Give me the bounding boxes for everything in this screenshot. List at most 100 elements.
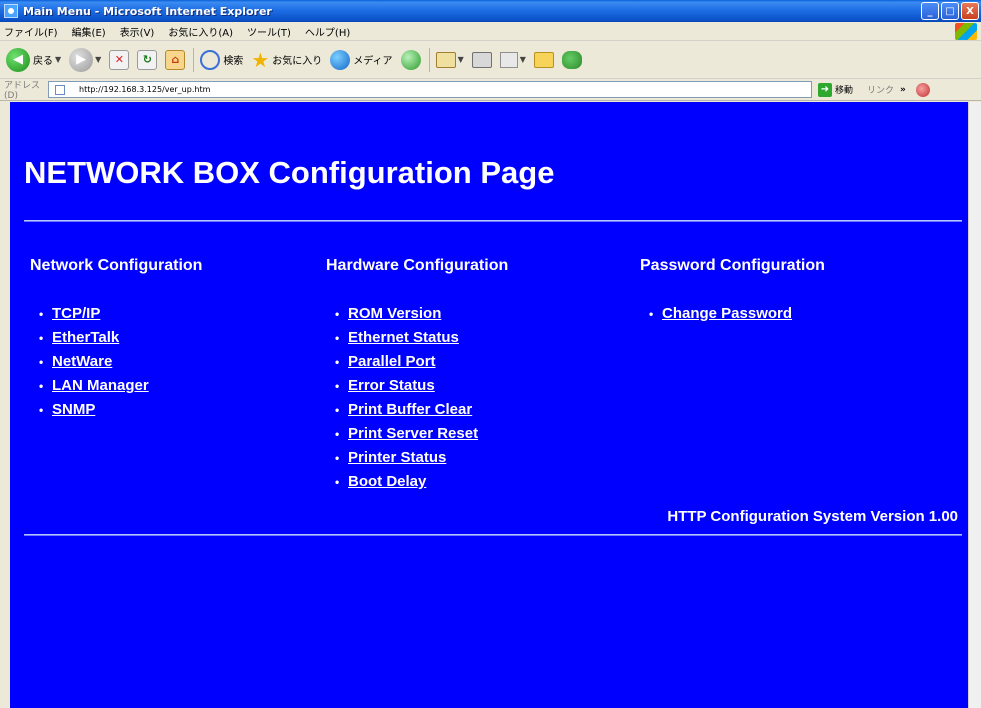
link-lan-manager[interactable]: LAN Manager xyxy=(52,377,149,394)
toolbar-extension-icon[interactable] xyxy=(915,82,930,97)
window-frame-left xyxy=(0,102,10,708)
chevron-down-icon[interactable]: ▼ xyxy=(95,55,101,64)
link-tcpip[interactable]: TCP/IP xyxy=(52,305,100,322)
more-links-button[interactable]: » xyxy=(900,85,906,95)
link-ethertalk[interactable]: EtherTalk xyxy=(52,329,119,346)
chevron-down-icon[interactable]: ▼ xyxy=(458,55,464,64)
go-button[interactable]: ➜ 移動 xyxy=(818,82,853,97)
menu-tools[interactable]: ツール(T) xyxy=(247,24,291,39)
address-url: http://192.168.3.125/ver_up.htm xyxy=(79,85,211,94)
search-button[interactable]: 検索 xyxy=(200,49,244,70)
forward-arrow-icon: ▶ xyxy=(69,47,94,72)
go-arrow-icon: ➜ xyxy=(818,82,832,97)
toolbar-separator xyxy=(193,47,195,72)
list-item: • TCP/IP xyxy=(30,302,202,326)
menu-help[interactable]: ヘルプ(H) xyxy=(305,24,350,39)
print-button[interactable] xyxy=(471,51,492,68)
stop-button[interactable]: ✕ xyxy=(109,49,130,70)
home-icon: ⌂ xyxy=(165,49,186,70)
list-item: • Print Server Reset xyxy=(326,422,508,446)
vertical-scrollbar[interactable] xyxy=(968,102,981,708)
menu-edit[interactable]: 編集(E) xyxy=(72,24,106,39)
history-button[interactable] xyxy=(400,49,421,70)
section-heading: Network Configuration xyxy=(30,257,203,274)
list-item: • Parallel Port xyxy=(326,350,508,374)
mail-button[interactable]: ▼ xyxy=(435,51,464,68)
close-button[interactable]: X xyxy=(961,2,979,20)
address-input[interactable]: http://192.168.3.125/ver_up.htm xyxy=(48,81,812,98)
chevron-down-icon[interactable]: ▼ xyxy=(520,55,526,64)
link-parallel-port[interactable]: Parallel Port xyxy=(348,353,436,370)
media-button[interactable]: メディア xyxy=(330,49,393,70)
edit-icon xyxy=(499,51,518,68)
star-icon: ★ xyxy=(251,47,270,72)
search-label: 検索 xyxy=(223,56,244,67)
mail-icon xyxy=(435,51,456,68)
link-ethernet-status[interactable]: Ethernet Status xyxy=(348,329,459,346)
bullet-icon: • xyxy=(335,379,340,393)
printer-icon xyxy=(471,51,492,68)
bullet-icon: • xyxy=(39,403,44,417)
messenger-button[interactable] xyxy=(561,50,582,69)
menu-favorites[interactable]: お気に入り(A) xyxy=(168,24,233,39)
chevron-down-icon[interactable]: ▼ xyxy=(55,55,61,64)
bullet-icon: • xyxy=(335,403,340,417)
list-item: • Printer Status xyxy=(326,446,508,470)
link-boot-delay[interactable]: Boot Delay xyxy=(348,473,426,490)
horizontal-rule xyxy=(24,220,962,222)
folder-button[interactable] xyxy=(533,51,554,68)
list-item: • LAN Manager xyxy=(30,374,202,398)
link-print-server-reset[interactable]: Print Server Reset xyxy=(348,425,478,442)
media-label: メディア xyxy=(353,56,393,67)
section-heading: Password Configuration xyxy=(640,257,825,274)
window-title: Main Menu - Microsoft Internet Explorer xyxy=(23,4,272,18)
bullet-icon: • xyxy=(335,331,340,345)
bullet-icon: • xyxy=(335,475,340,489)
link-error-status[interactable]: Error Status xyxy=(348,377,435,394)
network-links: • TCP/IP • EtherTalk • NetWare • LAN Manager… xyxy=(30,302,202,422)
browser-window: Main Menu - Microsoft Internet Explorer … xyxy=(0,0,981,708)
forward-button[interactable]: ▶ ▼ xyxy=(69,47,101,72)
bullet-icon: • xyxy=(335,451,340,465)
menu-file[interactable]: ファイル(F) xyxy=(4,24,58,39)
home-button[interactable]: ⌂ xyxy=(165,49,186,70)
menu-view[interactable]: 表示(V) xyxy=(120,24,155,39)
address-label: アドレス(D) xyxy=(4,81,41,101)
menu-bar: ファイル(F) 編集(E) 表示(V) お気に入り(A) ツール(T) ヘルプ(… xyxy=(0,22,981,41)
list-item: • EtherTalk xyxy=(30,326,202,350)
link-snmp[interactable]: SNMP xyxy=(52,401,95,418)
toolbar-separator xyxy=(428,47,430,72)
page-icon xyxy=(55,85,65,95)
link-change-password[interactable]: Change Password xyxy=(662,305,792,322)
links-button[interactable]: リンク xyxy=(867,83,894,96)
bullet-icon: • xyxy=(39,331,44,345)
password-links: • Change Password xyxy=(640,302,825,326)
page-title: NETWORK BOX Configuration Page xyxy=(24,155,555,190)
list-item: • NetWare xyxy=(30,350,202,374)
list-item: • ROM Version xyxy=(326,302,508,326)
refresh-icon: ↻ xyxy=(137,49,158,70)
bullet-icon: • xyxy=(39,307,44,321)
bullet-icon: • xyxy=(39,379,44,393)
list-item: • Error Status xyxy=(326,374,508,398)
link-netware[interactable]: NetWare xyxy=(52,353,112,370)
section-heading: Hardware Configuration xyxy=(326,257,509,274)
hardware-links: • ROM Version • Ethernet Status • Parallel … xyxy=(326,302,508,494)
favorites-button[interactable]: ★ お気に入り xyxy=(251,50,322,70)
title-bar[interactable]: Main Menu - Microsoft Internet Explorer … xyxy=(0,0,981,22)
bullet-icon: • xyxy=(335,427,340,441)
messenger-icon xyxy=(561,50,582,69)
maximize-button[interactable]: □ xyxy=(941,2,959,20)
minimize-button[interactable]: _ xyxy=(921,2,939,20)
stop-icon: ✕ xyxy=(109,49,130,70)
list-item: • Ethernet Status xyxy=(326,326,508,350)
link-print-buffer-clear[interactable]: Print Buffer Clear xyxy=(348,401,472,418)
back-button[interactable]: ◀ 戻る ▼ xyxy=(6,47,61,72)
link-rom-version[interactable]: ROM Version xyxy=(348,305,441,322)
edit-button[interactable]: ▼ xyxy=(499,51,526,68)
link-printer-status[interactable]: Printer Status xyxy=(348,449,446,466)
refresh-button[interactable]: ↻ xyxy=(137,49,158,70)
back-arrow-icon: ◀ xyxy=(6,47,30,72)
page-viewport: NETWORK BOX Configuration Page Network C… xyxy=(10,102,968,708)
back-label: 戻る xyxy=(33,56,53,67)
